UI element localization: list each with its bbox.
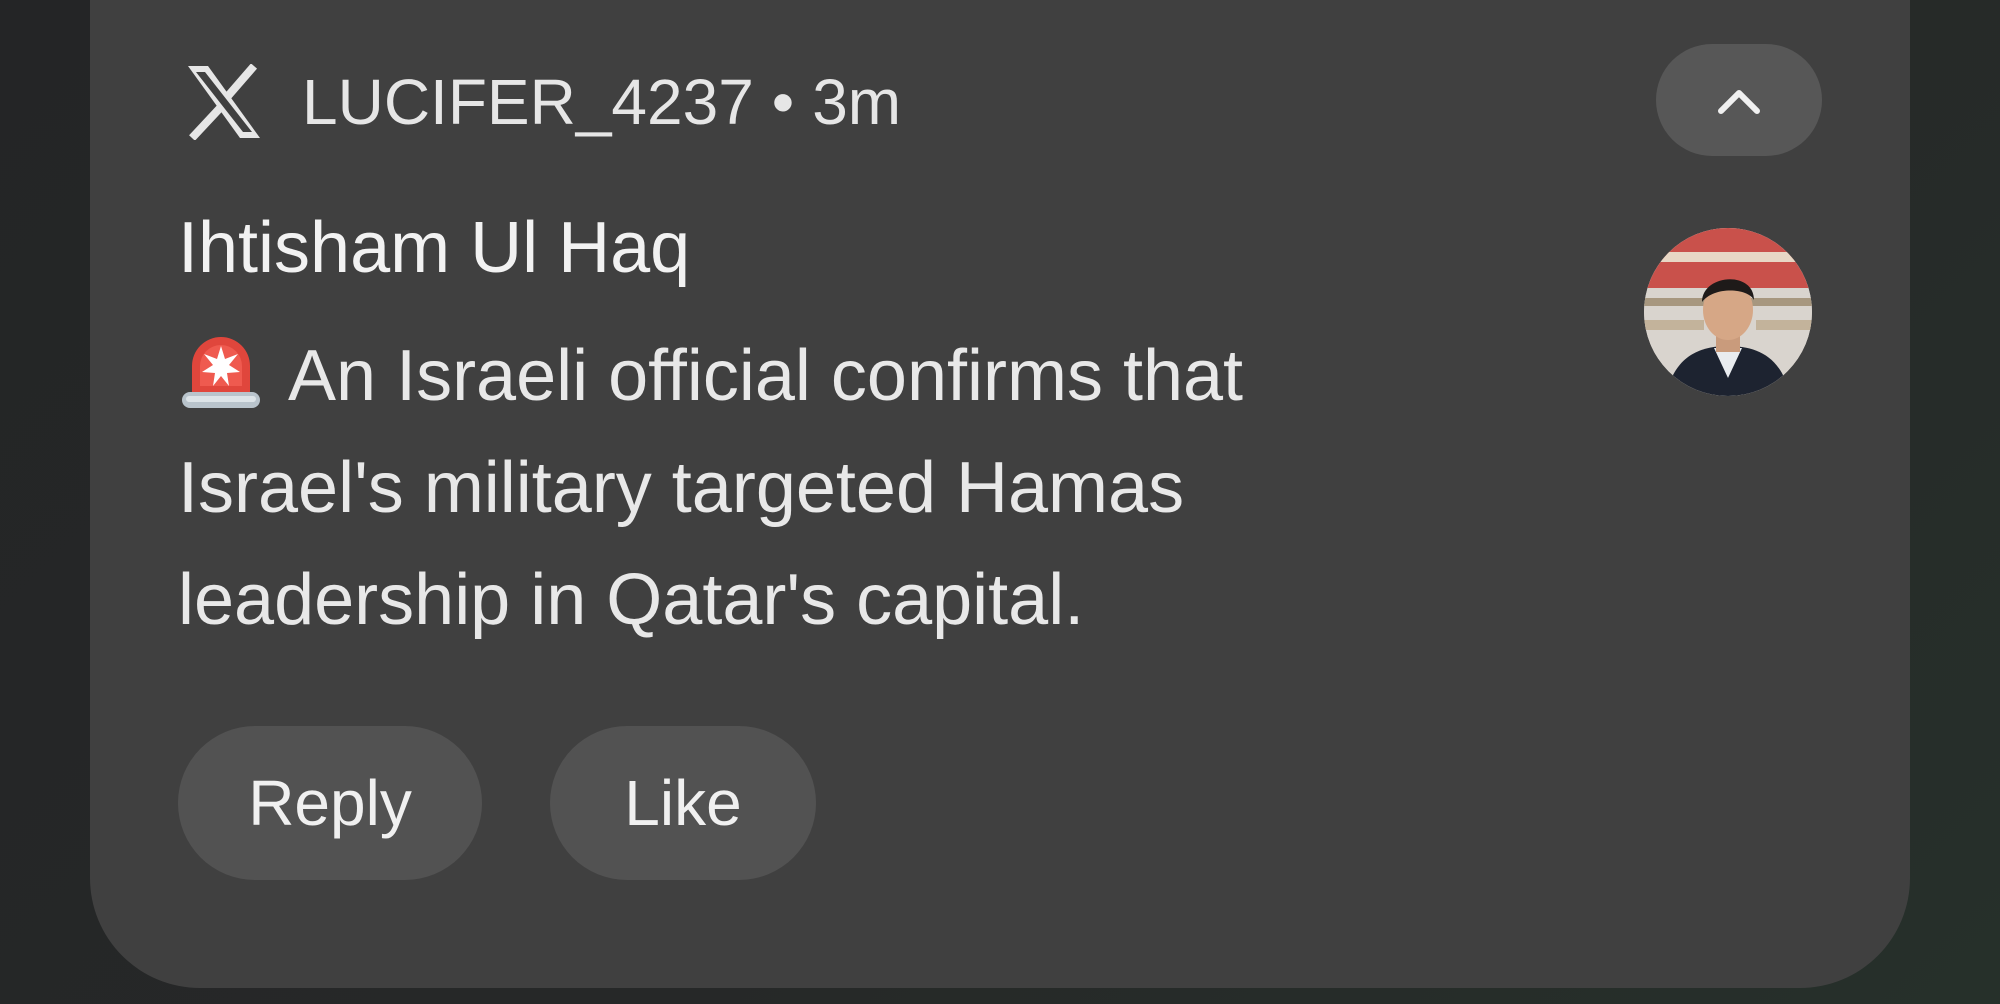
collapse-button[interactable] [1656,44,1822,156]
notification-meta: LUCIFER_4237 • 3m [302,64,901,140]
sender-avatar [1644,228,1812,396]
message-line-1: An Israeli official confirms that [178,320,1418,432]
x-logo-icon [184,64,264,140]
police-siren-icon [178,326,264,414]
reply-button[interactable]: Reply [178,726,482,880]
message-line-2: Israel's military targeted Hamas [178,448,1185,528]
timestamp: 3m [812,66,902,138]
account-name: LUCIFER_4237 [302,66,754,138]
sender-name: Ihtisham Ul Haq [178,208,691,288]
chevron-up-icon [1718,90,1760,114]
message-line-3: leadership in Qatar's capital. [178,560,1085,640]
notification-header: LUCIFER_4237 • 3m [184,64,901,140]
separator-dot: • [771,66,795,138]
notification-message: An Israeli official confirms that Israel… [178,320,1418,656]
like-button[interactable]: Like [550,726,816,880]
message-text-1: An Israeli official confirms that [288,336,1244,416]
